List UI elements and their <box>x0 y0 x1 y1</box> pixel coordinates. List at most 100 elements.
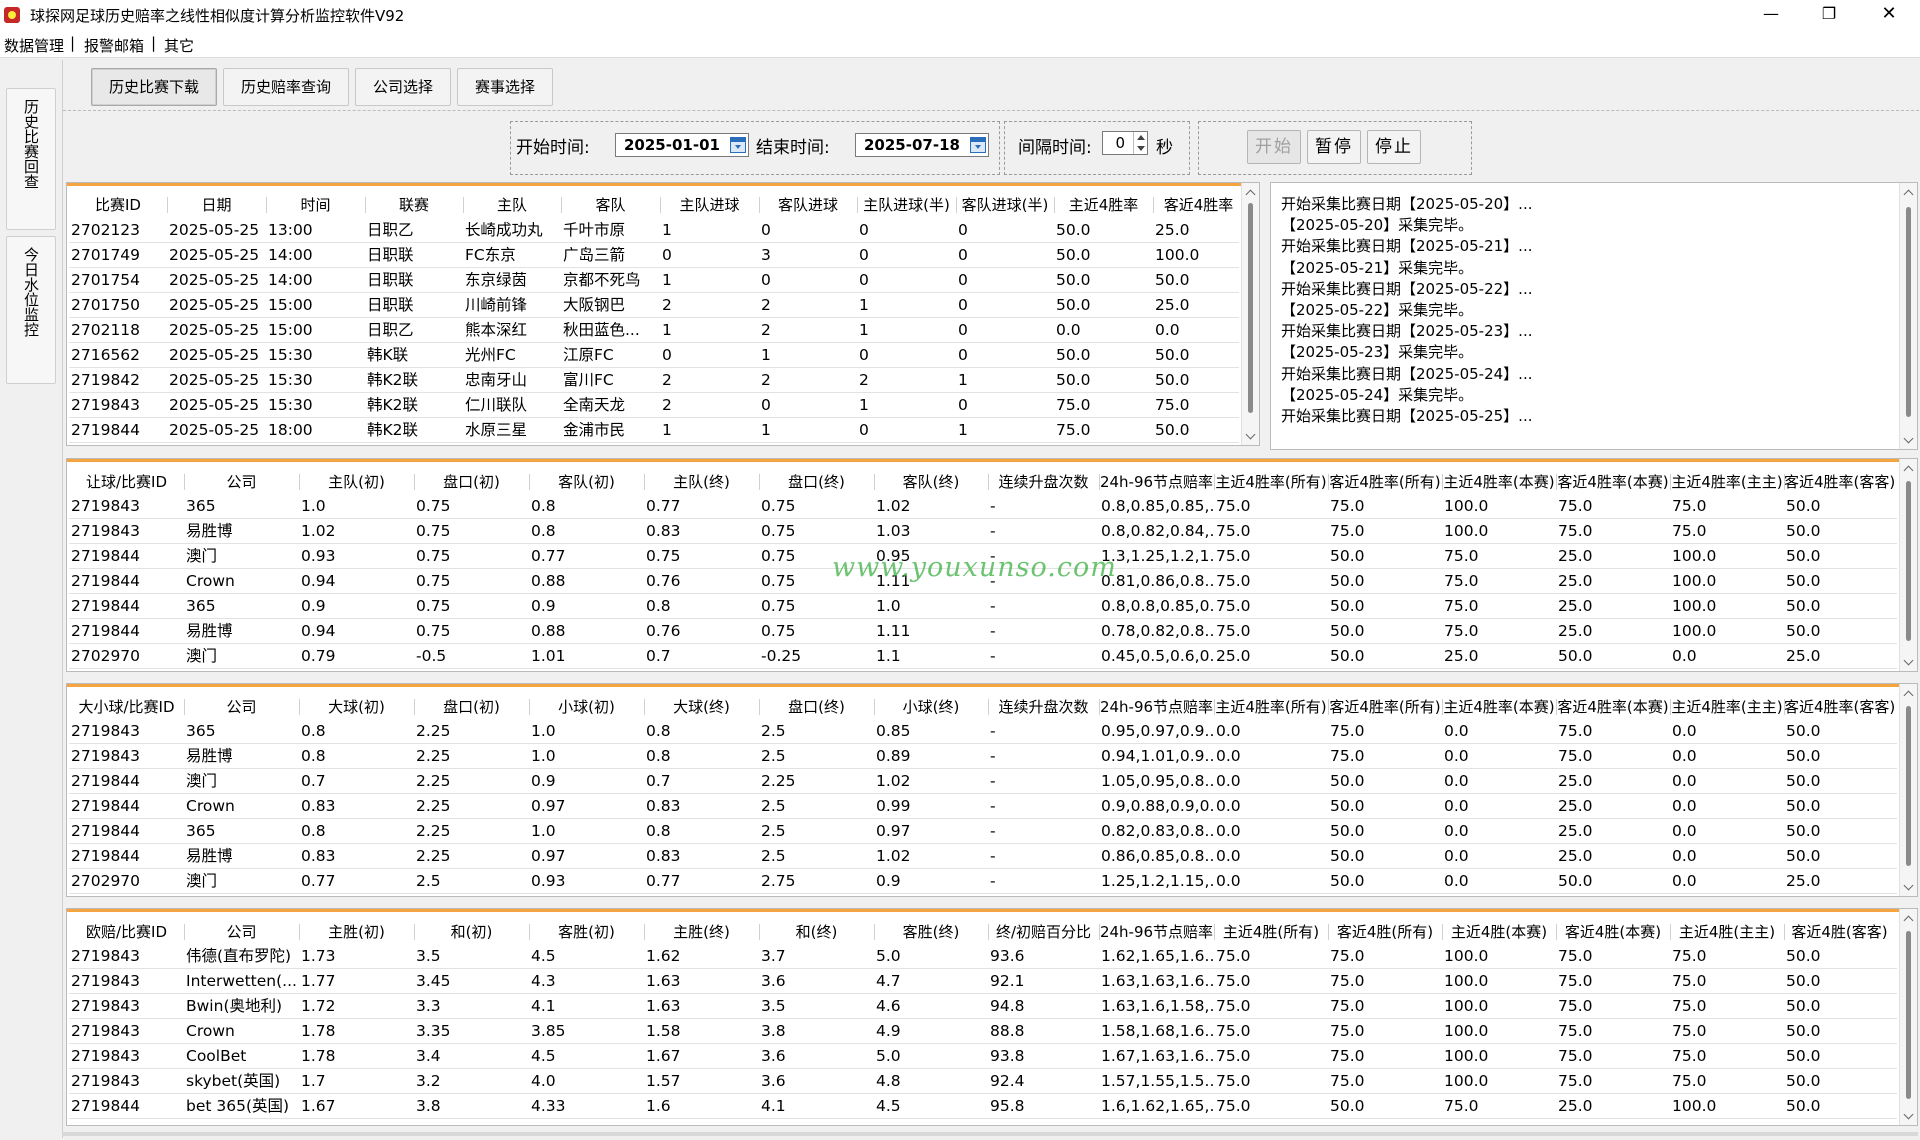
column-header[interactable]: 盘口(初) <box>414 470 529 494</box>
scroll-thumb[interactable] <box>1906 706 1911 866</box>
scroll-thumb[interactable] <box>1906 931 1911 1099</box>
table-row[interactable]: 2719843 易胜博 1.02 0.75 0.8 0.83 0.75 1.03 - 0.8,0.… <box>69 519 1897 544</box>
column-header[interactable]: 连续升盘次数 <box>988 695 1099 719</box>
table-row[interactable]: 2719843 Crown 1.78 3.35 3.85 1.58 3.8 4.9 88.8 1.… <box>69 1019 1897 1044</box>
start-button[interactable]: 开始 <box>1247 130 1301 164</box>
pause-button[interactable]: 暂停 <box>1307 130 1361 164</box>
column-header[interactable]: 联赛 <box>365 193 463 217</box>
column-header[interactable]: 大小球/比赛ID <box>69 695 184 719</box>
column-header[interactable]: 客队进球(半) <box>956 193 1054 217</box>
column-header[interactable]: 时间 <box>266 193 365 217</box>
column-header[interactable]: 和(初) <box>414 920 529 944</box>
column-header[interactable]: 客队 <box>561 193 660 217</box>
table-row[interactable]: 2719844 365 0.9 0.75 0.9 0.8 0.75 1.0 - 0.8,0.8,0… <box>69 594 1897 619</box>
column-header[interactable]: 客胜(终) <box>874 920 988 944</box>
tab-history-odds-query[interactable]: 历史赔率查询 <box>223 68 349 106</box>
column-header[interactable]: 主近4胜率(本赛) <box>1442 695 1556 719</box>
column-header[interactable]: 大球(初) <box>299 695 414 719</box>
column-header[interactable]: 24h-96节点赔率 <box>1099 920 1214 944</box>
table-row[interactable]: 2719843 365 0.8 2.25 1.0 0.8 2.5 0.85 - 0.95,0.97… <box>69 719 1897 744</box>
column-header[interactable]: 连续升盘次数 <box>988 470 1099 494</box>
column-header[interactable]: 主队(初) <box>299 470 414 494</box>
calendar-dropdown-icon[interactable] <box>970 137 986 153</box>
column-header[interactable]: 主队进球(半) <box>857 193 956 217</box>
column-header[interactable]: 主近4胜率(主主) <box>1670 695 1784 719</box>
scroll-thumb[interactable] <box>1248 203 1253 413</box>
column-header[interactable]: 欧赔/比赛ID <box>69 920 184 944</box>
log-scrollbar[interactable] <box>1899 183 1917 449</box>
column-header[interactable]: 日期 <box>167 193 266 217</box>
scroll-down-icon[interactable] <box>1904 1111 1914 1121</box>
column-header[interactable]: 盘口(终) <box>759 695 874 719</box>
column-header[interactable]: 客队(初) <box>529 470 644 494</box>
tab-company-select[interactable]: 公司选择 <box>355 68 451 106</box>
column-header[interactable]: 主近4胜(所有) <box>1214 920 1328 944</box>
column-header[interactable]: 小球(初) <box>529 695 644 719</box>
table-row[interactable]: 2719844 易胜博 0.94 0.75 0.88 0.76 0.75 1.11 - 0.78,… <box>69 619 1897 644</box>
column-header[interactable]: 客近4胜(所有) <box>1328 920 1442 944</box>
column-header[interactable]: 让球/比赛ID <box>69 470 184 494</box>
table-row[interactable]: 2719843 CoolBet 1.78 3.4 4.5 1.67 3.6 5.0 93.8 1.… <box>69 1044 1897 1069</box>
column-header[interactable]: 客近4胜率 <box>1153 193 1244 217</box>
scroll-up-icon[interactable] <box>1904 189 1914 199</box>
stop-button[interactable]: 停止 <box>1367 130 1421 164</box>
calendar-dropdown-icon[interactable] <box>730 137 746 153</box>
table-row[interactable]: 2719843 skybet(英国) 1.7 3.2 4.0 1.57 3.6 4.8 92.4… <box>69 1069 1897 1094</box>
column-header[interactable]: 主队进球 <box>660 193 759 217</box>
table-row[interactable]: 2719844 澳门 0.7 2.25 0.9 0.7 2.25 1.02 - 1.05,0.95… <box>69 769 1897 794</box>
column-header[interactable]: 比赛ID <box>69 193 167 217</box>
table-row[interactable]: 2719842 2025-05-25 15:30 韩K2联 忠南牙山 富川FC 2 2 2 1 50… <box>69 368 1239 393</box>
interval-stepper[interactable]: 0 <box>1102 131 1148 155</box>
minimize-button[interactable]: — <box>1742 0 1800 30</box>
column-header[interactable]: 主近4胜率(所有) <box>1214 470 1328 494</box>
column-header[interactable]: 公司 <box>184 920 299 944</box>
menu-other[interactable]: 其它 <box>164 35 194 56</box>
column-header[interactable]: 主近4胜率 <box>1054 193 1153 217</box>
table-row[interactable]: 2702970 澳门 0.79 -0.5 1.01 0.7 -0.25 1.1 - 0.45,0.… <box>69 644 1897 669</box>
column-header[interactable]: 24h-96节点赔率 <box>1099 470 1214 494</box>
table-row[interactable]: 2702118 2025-05-25 15:00 日职乙 熊本深红 秋田蓝色... 1 2 1 0… <box>69 318 1239 343</box>
column-header[interactable]: 客近4胜率(所有) <box>1328 695 1442 719</box>
column-header[interactable]: 24h-96节点赔率 <box>1099 695 1214 719</box>
scroll-down-icon[interactable] <box>1246 431 1256 441</box>
column-header[interactable]: 主近4胜率(主主) <box>1670 470 1784 494</box>
vertical-scrollbar[interactable] <box>1899 909 1917 1125</box>
scroll-up-icon[interactable] <box>1904 915 1914 925</box>
close-button[interactable]: ✕ <box>1860 0 1918 30</box>
tab-league-select[interactable]: 赛事选择 <box>457 68 553 106</box>
column-header[interactable]: 小球(终) <box>874 695 988 719</box>
column-header[interactable]: 客近4胜率(本赛) <box>1556 695 1670 719</box>
menu-alert-email[interactable]: 报警邮箱 <box>84 35 144 56</box>
column-header[interactable]: 主近4胜(主主) <box>1670 920 1784 944</box>
vertical-scrollbar[interactable] <box>1241 183 1259 445</box>
column-header[interactable]: 主胜(初) <box>299 920 414 944</box>
scroll-up-icon[interactable] <box>1904 690 1914 700</box>
side-tab-today-monitor[interactable]: 今日水位监控 <box>6 236 56 384</box>
column-header[interactable]: 客近4胜率(客客) <box>1784 470 1895 494</box>
column-header[interactable]: 客队(终) <box>874 470 988 494</box>
table-row[interactable]: 2719843 Interwetten(... 1.77 3.45 4.3 1.63 3.6… <box>69 969 1897 994</box>
vertical-scrollbar[interactable] <box>1899 684 1917 896</box>
column-header[interactable]: 主队(终) <box>644 470 759 494</box>
tab-history-download[interactable]: 历史比赛下载 <box>91 68 217 106</box>
column-header[interactable]: 主队 <box>463 193 561 217</box>
scroll-thumb[interactable] <box>1906 207 1911 417</box>
end-date-picker[interactable]: 2025-07-18 <box>855 133 989 157</box>
table-row[interactable]: 2719843 2025-05-25 15:30 韩K2联 仁川联队 全南天龙 2 0 1 0 75… <box>69 393 1239 418</box>
scroll-thumb[interactable] <box>1906 481 1911 641</box>
column-header[interactable]: 客近4胜率(本赛) <box>1556 470 1670 494</box>
column-header[interactable]: 客近4胜(客客) <box>1784 920 1895 944</box>
side-tab-history-review[interactable]: 历史比赛回查 <box>6 88 56 230</box>
table-row[interactable]: 2719843 365 1.0 0.75 0.8 0.77 0.75 1.02 - 0.8,0.8… <box>69 494 1897 519</box>
column-header[interactable]: 终/初赔百分比 <box>988 920 1099 944</box>
table-row[interactable]: 2716562 2025-05-25 15:30 韩K联 光州FC 江原FC 0 1 0 0 50.… <box>69 343 1239 368</box>
table-row[interactable]: 2719844 易胜博 0.83 2.25 0.97 0.83 2.5 1.02 - 0.86,0… <box>69 844 1897 869</box>
column-header[interactable]: 主近4胜率(所有) <box>1214 695 1328 719</box>
column-header[interactable]: 公司 <box>184 695 299 719</box>
column-header[interactable]: 主近4胜(本赛) <box>1442 920 1556 944</box>
column-header[interactable]: 主近4胜率(本赛) <box>1442 470 1556 494</box>
column-header[interactable]: 客队进球 <box>759 193 857 217</box>
column-header[interactable]: 和(终) <box>759 920 874 944</box>
start-date-picker[interactable]: 2025-01-01 <box>615 133 749 157</box>
table-row[interactable]: 2719844 2025-05-25 18:00 韩K2联 水原三星 金浦市民 1 1 0 1 75… <box>69 418 1239 443</box>
